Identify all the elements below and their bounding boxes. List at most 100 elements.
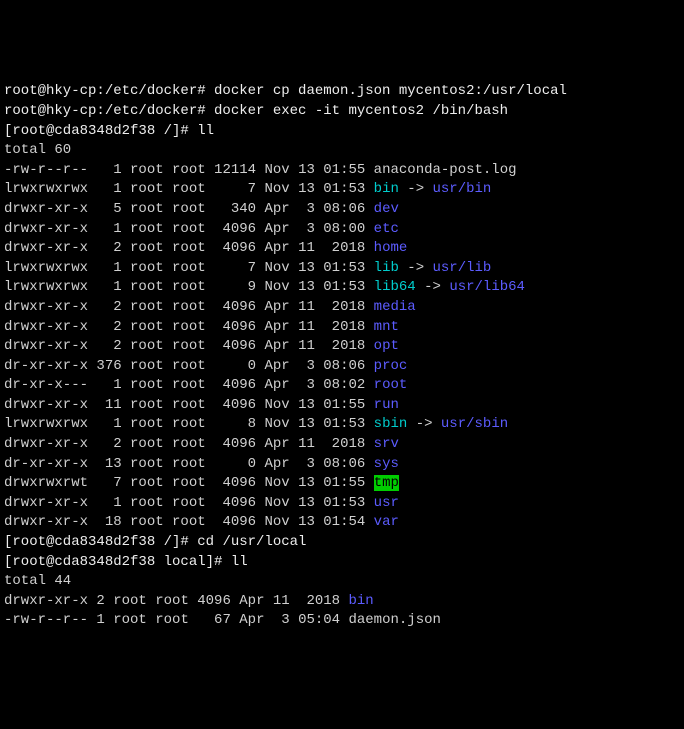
links: 1 bbox=[88, 260, 122, 276]
size: 4096 bbox=[189, 593, 231, 609]
perm: drwxr-xr-x bbox=[4, 338, 88, 354]
size: 4096 bbox=[206, 319, 256, 335]
date: Apr 3 05:04 bbox=[231, 612, 340, 628]
links: 18 bbox=[88, 514, 122, 530]
filename: lib bbox=[365, 260, 399, 276]
date: Nov 13 01:55 bbox=[256, 475, 365, 491]
perm: drwxr-xr-x bbox=[4, 201, 88, 217]
terminal-line: drwxr-xr-x 1 root root 4096 Apr 3 08:00 … bbox=[4, 220, 680, 240]
perm: drwxr-xr-x bbox=[4, 436, 88, 452]
filename: mnt bbox=[365, 319, 399, 335]
filename: sys bbox=[365, 456, 399, 472]
date: Apr 3 08:02 bbox=[256, 377, 365, 393]
perm: drwxr-xr-x bbox=[4, 240, 88, 256]
perm: dr-xr-xr-x bbox=[4, 358, 88, 374]
terminal-line: lrwxrwxrwx 1 root root 8 Nov 13 01:53 sb… bbox=[4, 415, 680, 435]
date: Apr 3 08:00 bbox=[256, 221, 365, 237]
size: 7 bbox=[206, 181, 256, 197]
owner: root root bbox=[122, 456, 206, 472]
perm: lrwxrwxrwx bbox=[4, 279, 88, 295]
links: 376 bbox=[88, 358, 122, 374]
terminal-line: [root@cda8348d2f38 /]# cd /usr/local bbox=[4, 533, 680, 553]
owner: root root bbox=[122, 358, 206, 374]
perm: drwxr-xr-x bbox=[4, 221, 88, 237]
perm: drwxr-xr-x bbox=[4, 397, 88, 413]
link-target: usr/lib bbox=[433, 260, 492, 276]
terminal-line: -rw-r--r-- 1 root root 67 Apr 3 05:04 da… bbox=[4, 611, 680, 631]
size: 0 bbox=[206, 358, 256, 374]
links: 1 bbox=[88, 162, 122, 178]
date: Apr 3 08:06 bbox=[256, 201, 365, 217]
terminal-line: drwxr-xr-x 2 root root 4096 Apr 11 2018 … bbox=[4, 318, 680, 338]
owner: root root bbox=[122, 201, 206, 217]
terminal-line: drwxr-xr-x 2 root root 4096 Apr 11 2018 … bbox=[4, 239, 680, 259]
perm: -rw-r--r-- bbox=[4, 162, 88, 178]
filename: lib64 bbox=[365, 279, 415, 295]
perm: dr-xr-xr-x bbox=[4, 456, 88, 472]
size: 340 bbox=[206, 201, 256, 217]
date: Apr 3 08:06 bbox=[256, 456, 365, 472]
links: 1 bbox=[88, 377, 122, 393]
filename: root bbox=[365, 377, 407, 393]
size: 4096 bbox=[206, 338, 256, 354]
owner: root root bbox=[122, 319, 206, 335]
filename: opt bbox=[365, 338, 399, 354]
owner: root root bbox=[122, 338, 206, 354]
arrow: -> bbox=[416, 279, 450, 295]
date: Nov 13 01:54 bbox=[256, 514, 365, 530]
filename: etc bbox=[365, 221, 399, 237]
links: 2 bbox=[88, 319, 122, 335]
date: Nov 13 01:53 bbox=[256, 181, 365, 197]
terminal-line: drwxrwxrwt 7 root root 4096 Nov 13 01:55… bbox=[4, 474, 680, 494]
link-target: usr/lib64 bbox=[449, 279, 525, 295]
links: 1 bbox=[88, 416, 122, 432]
size: 4096 bbox=[206, 436, 256, 452]
date: Apr 11 2018 bbox=[256, 319, 365, 335]
links: 1 bbox=[88, 495, 122, 511]
size: 4096 bbox=[206, 299, 256, 315]
date: Apr 11 2018 bbox=[256, 436, 365, 452]
terminal-line: lrwxrwxrwx 1 root root 7 Nov 13 01:53 li… bbox=[4, 259, 680, 279]
perm: dr-xr-x--- bbox=[4, 377, 88, 393]
size: 4096 bbox=[206, 495, 256, 511]
link-target: usr/bin bbox=[433, 181, 492, 197]
terminal-line: total 44 bbox=[4, 572, 680, 592]
links: 2 bbox=[88, 299, 122, 315]
link-target: usr/sbin bbox=[441, 416, 508, 432]
perm: lrwxrwxrwx bbox=[4, 260, 88, 276]
size: 4096 bbox=[206, 221, 256, 237]
total-line: total 60 bbox=[4, 142, 71, 158]
perm: -rw-r--r-- bbox=[4, 612, 88, 628]
shell-prompt: root@hky-cp:/etc/docker# docker exec -it… bbox=[4, 103, 508, 119]
date: Apr 11 2018 bbox=[256, 299, 365, 315]
terminal-line: dr-xr-x--- 1 root root 4096 Apr 3 08:02 … bbox=[4, 376, 680, 396]
owner: root root bbox=[122, 221, 206, 237]
filename: proc bbox=[365, 358, 407, 374]
filename: daemon.json bbox=[340, 612, 441, 628]
terminal-line: drwxr-xr-x 18 root root 4096 Nov 13 01:5… bbox=[4, 513, 680, 533]
size: 67 bbox=[189, 612, 231, 628]
terminal-line: drwxr-xr-x 1 root root 4096 Nov 13 01:53… bbox=[4, 494, 680, 514]
size: 4096 bbox=[206, 475, 256, 491]
shell-prompt: root@hky-cp:/etc/docker# docker cp daemo… bbox=[4, 83, 567, 99]
size: 7 bbox=[206, 260, 256, 276]
date: Apr 3 08:06 bbox=[256, 358, 365, 374]
arrow: -> bbox=[399, 260, 433, 276]
owner: root root bbox=[122, 162, 206, 178]
filename: anaconda-post.log bbox=[365, 162, 516, 178]
filename: sbin bbox=[365, 416, 407, 432]
command: ll bbox=[231, 554, 248, 570]
filename: bin bbox=[340, 593, 374, 609]
date: Apr 11 2018 bbox=[231, 593, 340, 609]
shell-prompt: [root@cda8348d2f38 /]# bbox=[4, 123, 197, 139]
terminal-output: root@hky-cp:/etc/docker# docker cp daemo… bbox=[4, 82, 680, 631]
terminal-line: root@hky-cp:/etc/docker# docker exec -it… bbox=[4, 102, 680, 122]
perm: lrwxrwxrwx bbox=[4, 181, 88, 197]
owner: root root bbox=[105, 593, 189, 609]
date: Nov 13 01:55 bbox=[256, 162, 365, 178]
links: 1 bbox=[88, 181, 122, 197]
terminal-line: lrwxrwxrwx 1 root root 7 Nov 13 01:53 bi… bbox=[4, 180, 680, 200]
owner: root root bbox=[122, 495, 206, 511]
date: Apr 11 2018 bbox=[256, 240, 365, 256]
terminal-line: drwxr-xr-x 5 root root 340 Apr 3 08:06 d… bbox=[4, 200, 680, 220]
